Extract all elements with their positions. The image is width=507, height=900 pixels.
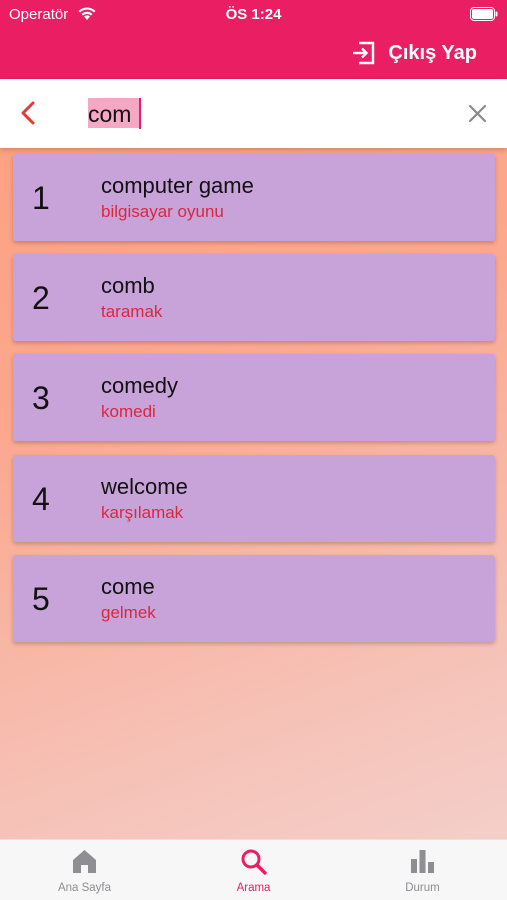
bar-chart-icon — [411, 850, 434, 873]
result-index: 2 — [32, 280, 50, 316]
logout-icon — [353, 41, 375, 65]
tab-status[interactable]: Durum — [338, 840, 507, 900]
result-translation: gelmek — [101, 603, 156, 622]
app-header: Operatör ÖS 1:24 Çıkış Yap — [0, 0, 507, 79]
status-time: ÖS 1:24 — [225, 6, 282, 23]
result-index: 1 — [32, 180, 50, 216]
result-translation: komedi — [101, 402, 156, 421]
result-word: welcome — [101, 474, 188, 499]
result-item[interactable]: 4 welcome karşılamak — [13, 455, 495, 542]
result-item[interactable]: 2 comb taramak — [13, 254, 495, 341]
logout-button[interactable]: Çıkış Yap — [350, 38, 477, 68]
result-word: comedy — [101, 373, 179, 398]
tab-label-status: Durum — [405, 882, 440, 894]
result-word: computer game — [101, 173, 254, 198]
status-bar: Operatör ÖS 1:24 — [0, 0, 507, 28]
result-index: 5 — [32, 581, 50, 617]
result-translation: karşılamak — [101, 503, 184, 522]
result-index: 4 — [32, 481, 50, 517]
tab-home[interactable]: Ana Sayfa — [0, 840, 169, 900]
result-translation: bilgisayar oyunu — [101, 202, 224, 221]
result-word: come — [101, 574, 155, 599]
battery-icon — [470, 7, 498, 21]
tab-label-search: Arama — [236, 882, 271, 894]
back-arrow-icon[interactable] — [18, 100, 38, 126]
clear-icon[interactable] — [468, 104, 487, 123]
tab-label-home: Ana Sayfa — [57, 882, 112, 894]
home-icon — [73, 850, 96, 873]
result-item[interactable]: 1 computer game bilgisayar oyunu — [13, 154, 495, 241]
result-item[interactable]: 3 comedy komedi — [13, 354, 495, 441]
result-index: 3 — [32, 380, 50, 416]
logout-label: Çıkış Yap — [388, 41, 477, 64]
tab-bar: Ana Sayfa Arama Durum — [0, 839, 507, 900]
tab-search[interactable]: Arama — [169, 840, 338, 900]
text-cursor — [139, 98, 141, 129]
search-input[interactable] — [88, 97, 418, 131]
result-item[interactable]: 5 come gelmek — [13, 555, 495, 642]
search-icon — [241, 849, 267, 875]
result-translation: taramak — [101, 302, 163, 321]
result-word: comb — [101, 273, 155, 298]
